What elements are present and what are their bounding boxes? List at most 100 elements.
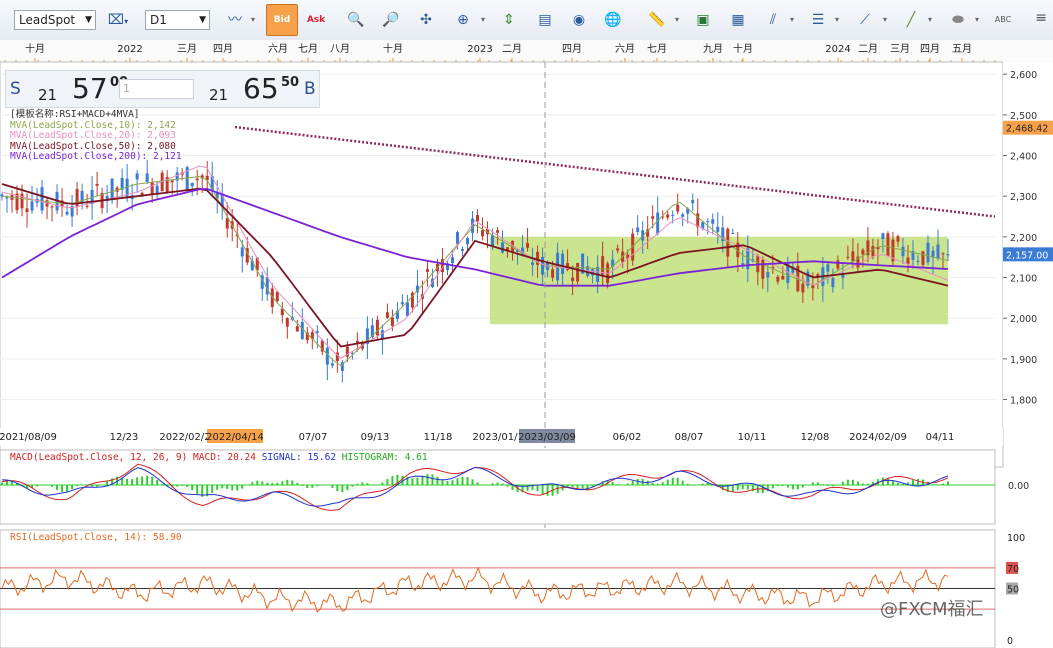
- candle-body: [20, 193, 24, 209]
- candle-body: [916, 260, 920, 262]
- candle-body: [65, 211, 69, 215]
- bottom-axis-label: 04/11: [926, 432, 955, 443]
- bottom-axis-label: 08/07: [675, 432, 704, 443]
- signal-value: SIGNAL: 15.62: [261, 452, 337, 463]
- image-icon[interactable]: ▣: [690, 8, 716, 32]
- candle-body: [50, 206, 54, 208]
- trendline-icon[interactable]: ⫽: [760, 8, 786, 32]
- top-axis-label: 三月: [177, 43, 197, 55]
- candle-body: [30, 201, 34, 211]
- ellipse-icon[interactable]: ⬬: [945, 8, 971, 32]
- current-price-tag-label: 2,157.00: [1006, 250, 1048, 261]
- bottom-axis-label: 2023/01/: [473, 432, 519, 443]
- zoom-in-icon[interactable]: 🔍: [343, 8, 369, 32]
- candle-body: [195, 178, 199, 181]
- ask-button[interactable]: Ask: [303, 8, 329, 32]
- globe-icon[interactable]: 🌐: [600, 8, 626, 32]
- top-axis-label: 五月: [952, 43, 972, 55]
- price-tick-label: 2,100: [1010, 274, 1037, 285]
- sell-price-small[interactable]: 21: [38, 86, 57, 104]
- symbol-combo[interactable]: LeadSpot ▼: [14, 10, 96, 30]
- chevron-down-icon[interactable]: ▾: [880, 8, 890, 32]
- rsi-tick-label: 100: [1007, 533, 1025, 544]
- candle-body: [576, 263, 580, 282]
- sell-price-big[interactable]: 57: [72, 72, 108, 105]
- candle-body: [465, 238, 469, 245]
- fib-icon[interactable]: ⟋: [852, 8, 878, 32]
- candle-body: [671, 214, 675, 216]
- chevron-down-icon[interactable]: ▾: [832, 8, 842, 32]
- macd-value: MACD: 20.24: [193, 452, 256, 463]
- candle-body: [861, 249, 865, 255]
- chevron-down-icon[interactable]: ▾: [925, 8, 935, 32]
- top-axis-label: 六月: [268, 43, 288, 55]
- top-axis-label: 四月: [213, 43, 233, 55]
- hline-icon[interactable]: ☰: [805, 8, 831, 32]
- buy-price-big[interactable]: 65: [243, 72, 279, 105]
- candle-body: [781, 275, 785, 280]
- candle-body: [651, 216, 655, 219]
- price-tick-label: 2,600: [1010, 70, 1037, 81]
- candle-body: [285, 318, 289, 327]
- top-axis-label: 六月: [615, 43, 635, 55]
- menu-icon[interactable]: ≡: [1035, 10, 1047, 26]
- candle-body: [801, 283, 805, 293]
- candle-body: [636, 227, 640, 232]
- bid-button[interactable]: Bid: [266, 4, 298, 36]
- indicator-icon[interactable]: ⊕: [450, 8, 476, 32]
- chevron-down-icon[interactable]: ▾: [478, 8, 488, 32]
- top-axis-label: 2024: [825, 44, 850, 55]
- candle-body: [240, 247, 244, 257]
- candle-body: [871, 246, 875, 257]
- bottom-axis-label: 12/23: [110, 432, 139, 443]
- bottom-axis-label: 12/08: [801, 432, 830, 443]
- quantity-input[interactable]: 1: [119, 79, 194, 99]
- macd-tick-label: 0.00: [1008, 481, 1029, 492]
- text-icon[interactable]: ABC: [990, 8, 1016, 32]
- watermark: @FXCM福汇: [880, 599, 984, 620]
- chevron-down-icon[interactable]: ▾: [972, 8, 982, 32]
- price-tick-label: 2,000: [1010, 314, 1037, 325]
- top-axis-label: 二月: [858, 43, 878, 55]
- candle-body: [110, 178, 114, 199]
- timeframe-value: D1: [150, 13, 167, 27]
- price-tick-label: 2,200: [1010, 233, 1037, 244]
- candle-body: [656, 212, 660, 234]
- candle-body: [831, 278, 835, 288]
- eye-icon[interactable]: ◉: [566, 8, 592, 32]
- chevron-down-icon[interactable]: ▾: [672, 8, 682, 32]
- candle-body: [135, 173, 139, 180]
- price-tick-label: 1,800: [1010, 396, 1037, 407]
- draw-combo[interactable]: ⌧▾: [103, 8, 133, 32]
- candle-body: [691, 199, 695, 204]
- candle-body: [716, 226, 720, 232]
- template-icon[interactable]: ▤: [532, 8, 558, 32]
- candle-body: [711, 219, 715, 224]
- chevron-down-icon[interactable]: ▾: [248, 8, 258, 32]
- buy-price-small[interactable]: 21: [209, 86, 228, 104]
- navigate-icon[interactable]: ⇕: [496, 8, 522, 32]
- candle-body: [941, 253, 945, 255]
- candle-body: [896, 236, 900, 242]
- chevron-down-icon: ▼: [85, 15, 92, 25]
- candle-body: [571, 277, 575, 282]
- candle-body: [25, 208, 29, 213]
- candle-body: [836, 260, 840, 269]
- top-axis-label: 十月: [383, 42, 403, 55]
- zoom-out-icon[interactable]: 🔎: [378, 8, 404, 32]
- chevron-down-icon[interactable]: ▾: [787, 8, 797, 32]
- candle-body: [901, 246, 905, 257]
- candle-body: [155, 185, 159, 194]
- line-chart-icon[interactable]: 〰: [222, 8, 248, 32]
- timeframe-combo[interactable]: D1 ▼: [145, 10, 210, 30]
- buy-label[interactable]: B: [304, 79, 316, 99]
- symbol-value: LeadSpot: [19, 13, 76, 27]
- candle-body: [145, 173, 149, 182]
- sell-label[interactable]: S: [10, 79, 21, 99]
- candle-body: [385, 312, 389, 318]
- candle-body: [826, 264, 830, 272]
- ruler-icon[interactable]: 📏: [644, 8, 670, 32]
- line-icon[interactable]: ╱: [898, 8, 924, 32]
- crosshair-icon[interactable]: ✣: [413, 8, 439, 32]
- snapshot-icon[interactable]: ▦: [725, 8, 751, 32]
